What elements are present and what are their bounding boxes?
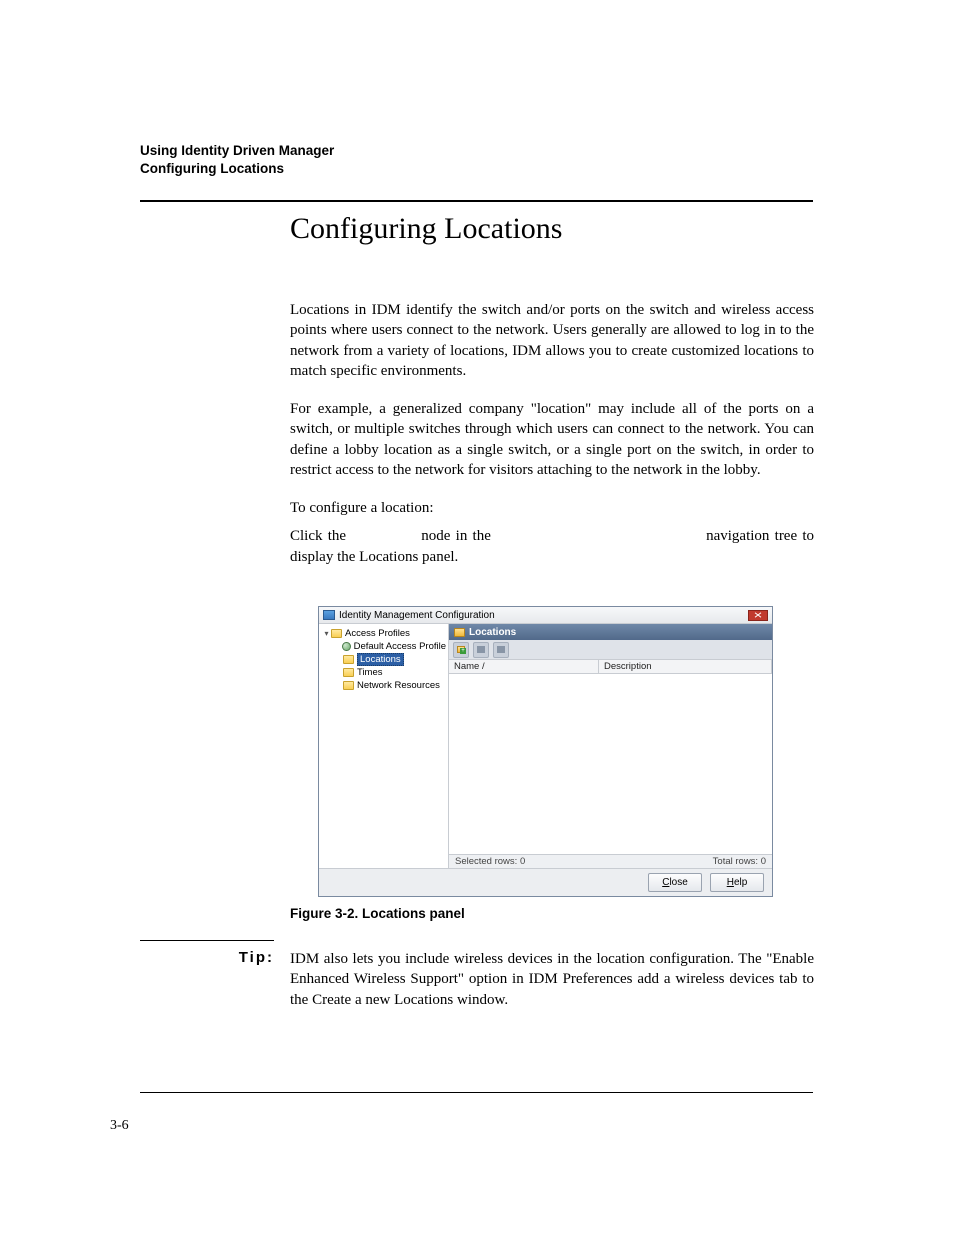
column-header-description[interactable]: Description bbox=[599, 660, 772, 673]
section-heading: Configuring Locations bbox=[290, 212, 814, 246]
running-head-line2: Configuring Locations bbox=[140, 160, 334, 178]
paragraph-intro: Locations in IDM identify the switch and… bbox=[290, 300, 814, 381]
page-number: 3-6 bbox=[110, 1118, 129, 1134]
help-button[interactable]: Help bbox=[710, 873, 764, 892]
folder-icon bbox=[454, 628, 465, 637]
new-location-icon: + bbox=[457, 646, 465, 653]
toolbar-button-2[interactable] bbox=[473, 642, 489, 658]
folder-icon bbox=[343, 681, 354, 690]
right-pane: Locations + Name / Description Selected … bbox=[449, 624, 772, 868]
tree-item-access-profiles[interactable]: ▾ Access Profiles bbox=[321, 627, 446, 640]
rule-bottom bbox=[140, 1092, 813, 1093]
tree-expand-icon[interactable]: ▾ bbox=[323, 629, 330, 638]
tree-label: Locations bbox=[357, 653, 404, 666]
toolbar-icon bbox=[497, 646, 505, 653]
figure-caption: Figure 3-2. Locations panel bbox=[290, 906, 465, 921]
step-text-a: Click the bbox=[290, 528, 346, 544]
tree-label: Network Resources bbox=[357, 680, 440, 691]
rule-top bbox=[140, 200, 813, 202]
dialog-title-text: Identity Management Configuration bbox=[339, 610, 748, 621]
content-column: Configuring Locations Locations in IDM i… bbox=[290, 212, 814, 585]
app-icon bbox=[323, 610, 335, 620]
status-total: Total rows: 0 bbox=[713, 856, 766, 867]
step-text-b: node in the bbox=[421, 528, 491, 544]
figure-screenshot: Identity Management Configuration ▾ Acce… bbox=[318, 606, 773, 897]
folder-icon bbox=[343, 655, 354, 664]
paragraph-lead: To configure a location: bbox=[290, 498, 814, 518]
tip-label: Tip: bbox=[140, 949, 274, 966]
profile-icon bbox=[342, 642, 350, 651]
tree-label: Times bbox=[357, 667, 383, 678]
tree-item-default-profile[interactable]: Default Access Profile bbox=[321, 640, 446, 653]
toolbar: + bbox=[449, 640, 772, 660]
tree-item-locations[interactable]: Locations bbox=[321, 653, 446, 666]
column-header-name[interactable]: Name / bbox=[449, 660, 599, 673]
running-head-line1: Using Identity Driven Manager bbox=[140, 142, 334, 160]
dialog-window: Identity Management Configuration ▾ Acce… bbox=[318, 606, 773, 897]
dialog-titlebar: Identity Management Configuration bbox=[319, 607, 772, 624]
toolbar-button-3[interactable] bbox=[493, 642, 509, 658]
page: Using Identity Driven Manager Configurin… bbox=[0, 0, 954, 1235]
panel-title: Locations bbox=[469, 627, 516, 638]
toolbar-new-button[interactable]: + bbox=[453, 642, 469, 658]
tree-item-network-resources[interactable]: Network Resources bbox=[321, 679, 446, 692]
paragraph-example: For example, a generalized company "loca… bbox=[290, 399, 814, 480]
toolbar-icon bbox=[477, 646, 485, 653]
dialog-body: ▾ Access Profiles Default Access Profile… bbox=[319, 624, 772, 868]
status-bar: Selected rows: 0 Total rows: 0 bbox=[449, 854, 772, 868]
close-button[interactable]: Close bbox=[648, 873, 702, 892]
tree-item-times[interactable]: Times bbox=[321, 666, 446, 679]
dialog-footer: Close Help bbox=[319, 868, 772, 896]
table-body-empty bbox=[449, 674, 772, 854]
paragraph-step: Click the node in the navigation tree to… bbox=[290, 526, 814, 567]
tree-pane: ▾ Access Profiles Default Access Profile… bbox=[319, 624, 449, 868]
folder-icon bbox=[331, 629, 342, 638]
tip-rule bbox=[140, 940, 274, 941]
close-icon[interactable] bbox=[748, 610, 768, 621]
tree-label: Access Profiles bbox=[345, 628, 410, 639]
tree-label: Default Access Profile bbox=[354, 641, 446, 652]
running-head: Using Identity Driven Manager Configurin… bbox=[140, 142, 334, 178]
status-selected: Selected rows: 0 bbox=[455, 856, 525, 867]
tip-body: IDM also lets you include wireless devic… bbox=[290, 949, 814, 1010]
folder-icon bbox=[343, 668, 354, 677]
panel-header: Locations bbox=[449, 624, 772, 640]
step-text-c: navigation tree to display the Locations… bbox=[290, 528, 814, 564]
table-header-row: Name / Description bbox=[449, 660, 772, 674]
